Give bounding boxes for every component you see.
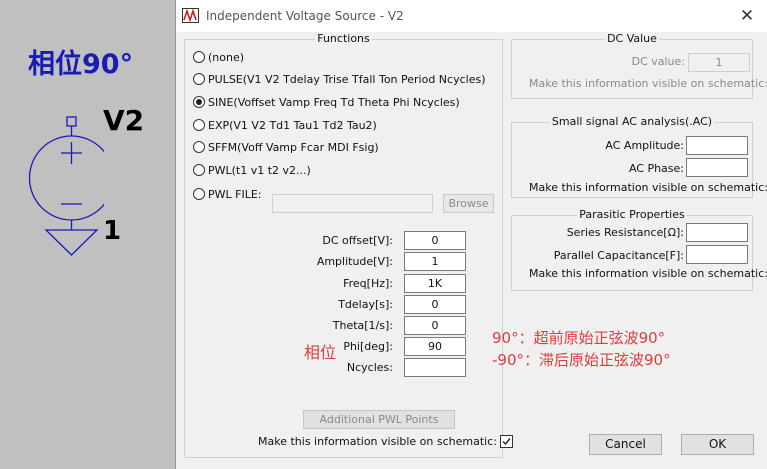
- dc-value-input[interactable]: 1: [688, 53, 750, 72]
- radio-label: (none): [208, 50, 245, 64]
- dc-offset-input[interactable]: 0: [404, 231, 466, 250]
- radio-exp[interactable]: EXP(V1 V2 Td1 Tau1 Td2 Tau2): [193, 117, 377, 133]
- additional-pwl-points-button[interactable]: Additional PWL Points: [303, 410, 455, 429]
- ac-analysis-group: Small signal AC analysis(.AC) AC Amplitu…: [511, 115, 767, 198]
- param-label-tdelay: Tdelay[s]:: [338, 298, 393, 311]
- functions-visible-checkbox-row[interactable]: Make this information visible on schemat…: [258, 435, 513, 448]
- dc-value-label: DC value:: [631, 55, 685, 68]
- annotation-phase-label: 相位: [304, 343, 337, 362]
- parasitic-group: Parasitic Properties Series Resistance[Ω…: [511, 208, 767, 291]
- pwl-file-input[interactable]: [272, 194, 433, 213]
- phi-input[interactable]: 90: [404, 337, 466, 356]
- ncycles-input[interactable]: [404, 358, 466, 377]
- schematic-phase-label: 相位90°: [28, 49, 134, 80]
- functions-group-title: Functions: [315, 32, 372, 45]
- amplitude-input[interactable]: 1: [404, 252, 466, 271]
- ac-analysis-group-title: Small signal AC analysis(.AC): [549, 115, 715, 128]
- radio-label: PWL(t1 v1 t2 v2...): [208, 163, 311, 177]
- radio-circle-selected[interactable]: [193, 96, 205, 108]
- ac-amplitude-label: AC Amplitude:: [605, 139, 684, 152]
- close-button[interactable]: ✕: [732, 4, 762, 28]
- radio-circle[interactable]: [193, 119, 205, 131]
- radio-sffm[interactable]: SFFM(Voff Vamp Fcar MDI Fsig): [193, 139, 379, 155]
- radio-circle[interactable]: [193, 164, 205, 176]
- radio-circle[interactable]: [193, 188, 205, 200]
- schematic-node-label[interactable]: 1: [103, 216, 121, 246]
- checkmark-icon: [502, 438, 511, 446]
- parasitic-visible-label: Make this information visible on schemat…: [529, 267, 767, 280]
- dialog-title: Independent Voltage Source - V2: [206, 9, 404, 23]
- radio-label: PULSE(V1 V2 Tdelay Trise Tfall Ton Perio…: [208, 72, 486, 86]
- close-icon: ✕: [739, 6, 755, 26]
- radio-sine[interactable]: SINE(Voffset Vamp Freq Td Theta Phi Ncyc…: [193, 94, 460, 110]
- dc-visible-checkbox-row[interactable]: Make this information visible on schemat…: [529, 77, 767, 90]
- param-label-dc-offset: DC offset[V]:: [322, 234, 393, 247]
- radio-pwl[interactable]: PWL(t1 v1 t2 v2...): [193, 162, 311, 178]
- radio-circle[interactable]: [193, 141, 205, 153]
- series-resistance-label: Series Resistance[Ω]:: [566, 226, 684, 239]
- radio-label: SFFM(Voff Vamp Fcar MDI Fsig): [208, 140, 379, 154]
- schematic-ref-designator[interactable]: V2: [103, 104, 144, 137]
- ac-visible-checkbox-row[interactable]: Make this information visible on schemat…: [529, 181, 767, 194]
- voltage-source-dialog: Independent Voltage Source - V2 ✕ Functi…: [175, 0, 767, 469]
- radio-label: EXP(V1 V2 Td1 Tau1 Td2 Tau2): [208, 118, 377, 132]
- functions-visible-label: Make this information visible on schemat…: [258, 435, 497, 448]
- voltage-source-symbol[interactable]: [24, 116, 104, 258]
- radio-pulse[interactable]: PULSE(V1 V2 Tdelay Trise Tfall Ton Perio…: [193, 71, 486, 87]
- theta-input[interactable]: 0: [404, 316, 466, 335]
- parallel-capacitance-label: Parallel Capacitance[F]:: [553, 249, 684, 262]
- dc-value-group-title: DC Value: [605, 32, 659, 45]
- ac-amplitude-input[interactable]: [686, 136, 748, 155]
- radio-circle[interactable]: [193, 51, 205, 63]
- browse-button[interactable]: Browse: [443, 194, 494, 213]
- freq-input[interactable]: 1K: [404, 274, 466, 293]
- ltspice-app-icon: [182, 8, 199, 23]
- ac-visible-label: Make this information visible on schemat…: [529, 181, 767, 194]
- dc-value-group: DC Value DC value: 1 Make this informati…: [511, 32, 767, 99]
- ac-phase-label: AC Phase:: [628, 162, 684, 175]
- radio-pwl-file[interactable]: PWL FILE:: [193, 186, 262, 202]
- annotation-leading-note: 90°：超前原始正弦波90°: [492, 329, 666, 347]
- tdelay-input[interactable]: 0: [404, 295, 466, 314]
- radio-label: PWL FILE:: [208, 187, 262, 201]
- parasitic-group-title: Parasitic Properties: [577, 208, 687, 221]
- radio-none[interactable]: (none): [193, 49, 244, 65]
- param-label-freq: Freq[Hz]:: [343, 277, 393, 290]
- radio-circle[interactable]: [193, 73, 205, 85]
- functions-visible-checkbox[interactable]: [499, 435, 513, 448]
- parallel-capacitance-input[interactable]: [686, 245, 748, 264]
- ok-button[interactable]: OK: [681, 434, 754, 455]
- dc-visible-label: Make this information visible on schemat…: [529, 77, 767, 90]
- cancel-button[interactable]: Cancel: [589, 434, 662, 455]
- parasitic-visible-checkbox-row[interactable]: Make this information visible on schemat…: [529, 267, 767, 280]
- annotation-lagging-note: -90°：滞后原始正弦波90°: [492, 351, 671, 369]
- param-label-amplitude: Amplitude[V]:: [316, 255, 393, 268]
- functions-group: Functions (none) PULSE(V1 V2 Tdelay Tris…: [184, 32, 503, 458]
- radio-label: SINE(Voffset Vamp Freq Td Theta Phi Ncyc…: [208, 95, 460, 109]
- param-label-theta: Theta[1/s]:: [332, 319, 393, 332]
- ac-phase-input[interactable]: [686, 158, 748, 177]
- dialog-titlebar: Independent Voltage Source - V2 ✕: [176, 0, 767, 32]
- series-resistance-input[interactable]: [686, 223, 748, 242]
